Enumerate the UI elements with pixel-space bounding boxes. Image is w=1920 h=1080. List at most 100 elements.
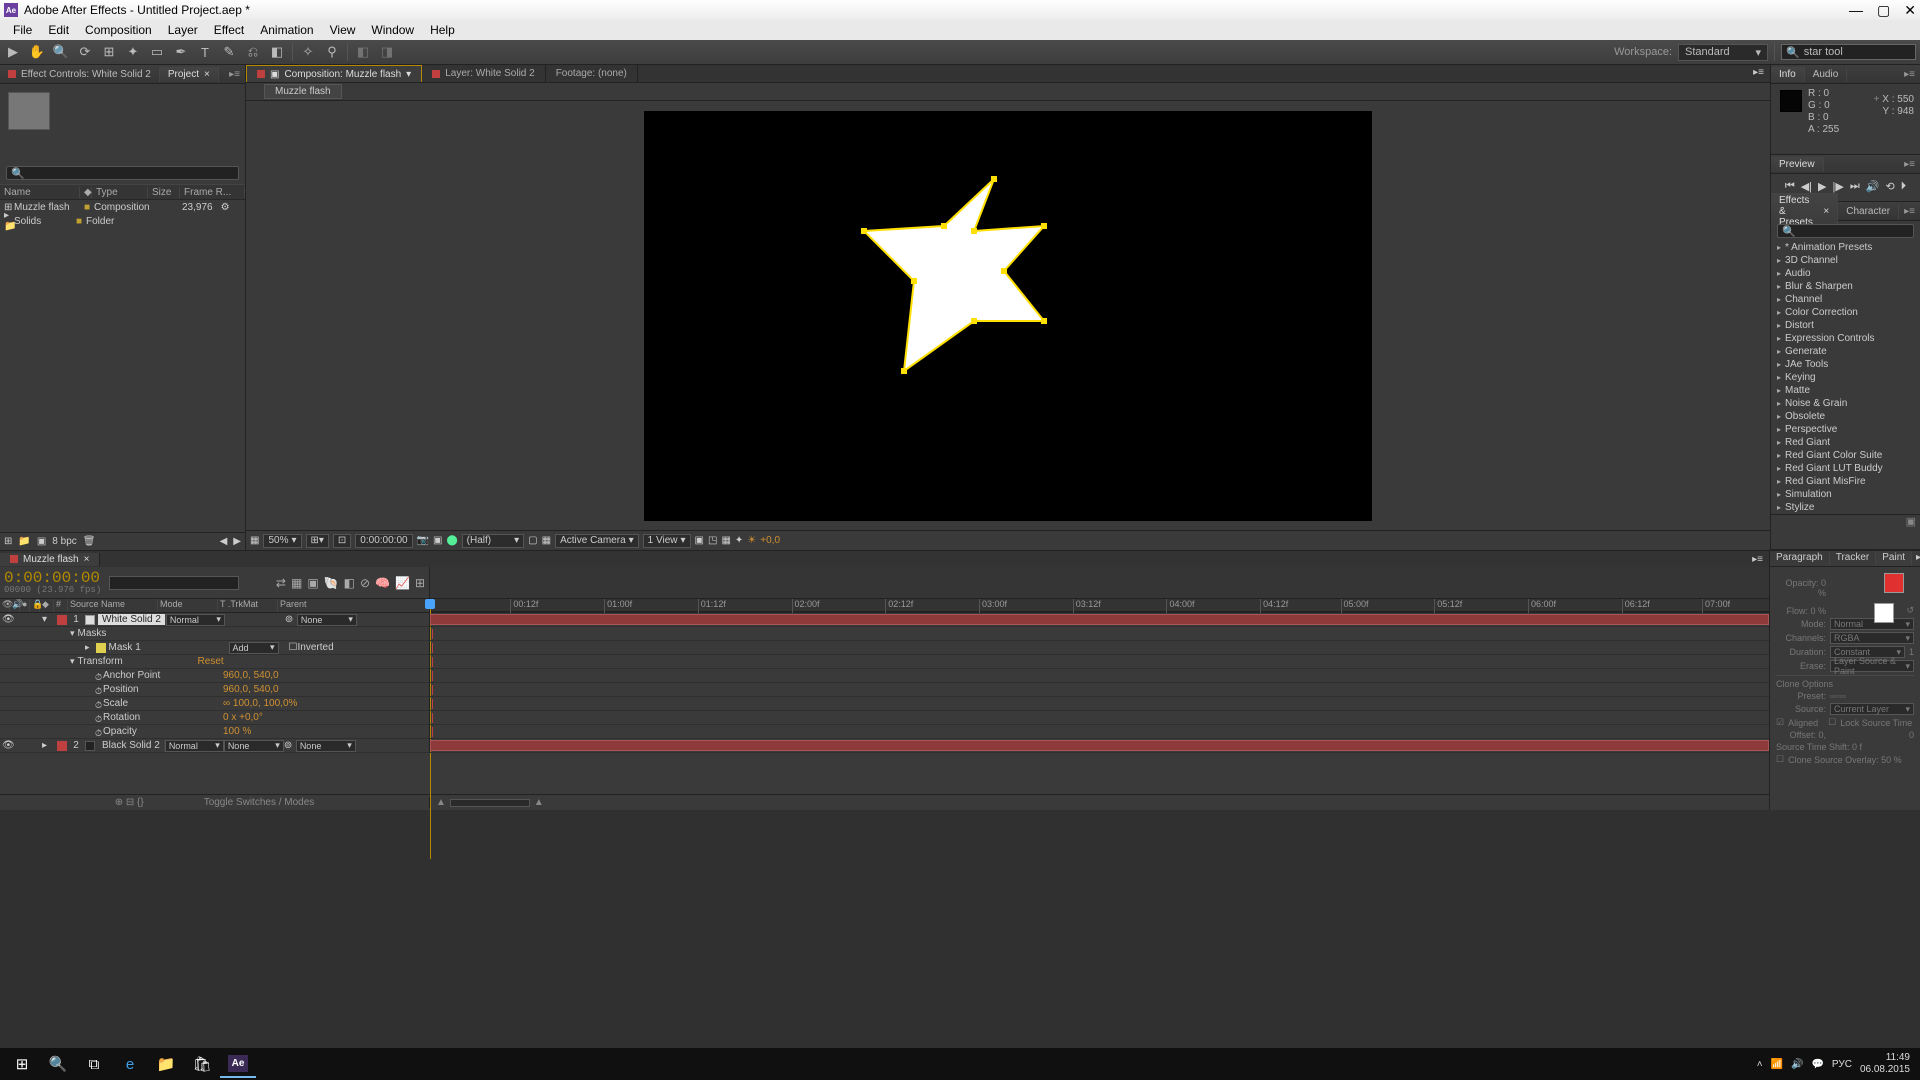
hand-tool-icon[interactable]: ✋ — [28, 43, 46, 61]
property-anchor[interactable]: ⏱Anchor Point960,0, 540,0 — [0, 669, 430, 683]
menu-animation[interactable]: Animation — [253, 21, 320, 39]
timeline-tab[interactable]: Muzzle flash× — [0, 553, 100, 566]
overlay-checkbox[interactable]: ☐ — [1776, 754, 1784, 765]
network-icon[interactable]: 📶 — [1771, 1059, 1783, 1070]
property-opacity[interactable]: ⏱Opacity100 % — [0, 725, 430, 739]
first-frame-icon[interactable]: ⏮ — [1785, 180, 1795, 193]
viewer-icon[interactable]: ✦ — [735, 535, 743, 546]
panel-menu-icon[interactable]: ▸≡ — [1746, 553, 1769, 566]
panel-menu-icon[interactable]: ▸≡ — [1912, 551, 1920, 566]
store-icon[interactable]: 🛍 — [184, 1050, 220, 1078]
viewer-icon[interactable]: ▦ — [721, 535, 730, 546]
selection-tool-icon[interactable]: ▶ — [4, 43, 22, 61]
current-time-display[interactable]: 0:00:00:00 — [355, 534, 412, 548]
puppet-tool-icon[interactable]: ⚲ — [323, 43, 341, 61]
tab-composition[interactable]: ▣Composition: Muzzle flash▾ — [246, 65, 422, 82]
brush-tool-icon[interactable]: ✎ — [220, 43, 238, 61]
trackmatte-dropdown[interactable]: None▾ — [224, 740, 284, 752]
property-scale[interactable]: ⏱Scale∞ 100,0, 100,0% — [0, 697, 430, 711]
viewer-icon[interactable]: ☀ — [747, 535, 756, 546]
pen-tool-icon[interactable]: ✒ — [172, 43, 190, 61]
timeline-tool-icon[interactable]: ▣ — [307, 576, 318, 590]
type-tool-icon[interactable]: T — [196, 43, 214, 61]
eraser-tool-icon[interactable]: ◧ — [268, 43, 286, 61]
help-search-input[interactable]: 🔍 star tool — [1781, 44, 1916, 60]
tab-preview[interactable]: Preview — [1771, 157, 1824, 172]
zoom-out-icon[interactable]: ▲ — [436, 797, 446, 808]
property-rotation[interactable]: ⏱Rotation0 x +0,0° — [0, 711, 430, 725]
swap-colors-icon[interactable]: ↺ — [1906, 605, 1914, 616]
effects-category[interactable]: ▸* Animation Presets — [1771, 241, 1920, 254]
edge-icon[interactable]: e — [112, 1050, 148, 1078]
task-view-icon[interactable]: ⧉ — [76, 1050, 112, 1078]
tab-audio[interactable]: Audio — [1805, 67, 1848, 82]
transparency-grid-icon[interactable]: ▦ — [542, 535, 551, 546]
interpret-footage-icon[interactable]: ⊞ — [4, 536, 12, 547]
timeline-layer-row[interactable]: 👁 ▾ 1 White Solid 2 Normal▾ ⊚ None▾ — [0, 613, 1769, 627]
effects-category[interactable]: ▸Audio — [1771, 267, 1920, 280]
roto-tool-icon[interactable]: ✧ — [299, 43, 317, 61]
explorer-icon[interactable]: 📁 — [148, 1050, 184, 1078]
viewer-icon[interactable]: ▣ — [695, 535, 704, 546]
mask-mode-dropdown[interactable]: Add▾ — [229, 642, 279, 654]
tab-project[interactable]: Project× — [160, 67, 219, 82]
lock-source-checkbox[interactable]: ☐ — [1828, 717, 1836, 728]
viewer-icon[interactable]: ◳ — [708, 535, 717, 546]
timeline-tool-icon[interactable]: ▦ — [291, 576, 302, 590]
paint-mode-dropdown[interactable]: Normal▾ — [1830, 618, 1914, 630]
viewer-icon[interactable]: ▦ — [250, 535, 259, 546]
effects-category[interactable]: ▸Red Giant MisFire — [1771, 475, 1920, 488]
effects-category[interactable]: ▸JAe Tools — [1771, 358, 1920, 371]
blend-mode-dropdown[interactable]: Normal▾ — [165, 740, 224, 752]
project-item-composition[interactable]: ⊞ Muzzle flash ■ Composition 23,976 ⚙ — [0, 200, 245, 214]
zoom-in-icon[interactable]: ▲ — [534, 797, 544, 808]
effects-category[interactable]: ▸Red Giant Color Suite — [1771, 449, 1920, 462]
effects-category[interactable]: ▸Matte — [1771, 384, 1920, 397]
ram-preview-icon[interactable]: ⏵ — [1901, 180, 1907, 193]
after-effects-taskbar-icon[interactable]: Ae — [220, 1050, 256, 1078]
paint-erase-dropdown[interactable]: Layer Source & Paint▾ — [1830, 660, 1914, 672]
start-button[interactable]: ⊞ — [4, 1050, 40, 1078]
effects-category[interactable]: ▸Obsolete — [1771, 410, 1920, 423]
effects-category[interactable]: ▸Expression Controls — [1771, 332, 1920, 345]
toggle-switches-button[interactable]: Toggle Switches / Modes — [204, 797, 315, 808]
next-frame-icon[interactable]: |▶ — [1833, 180, 1844, 193]
timeline-tool-icon[interactable]: ⇄ — [276, 576, 286, 590]
graph-editor-icon[interactable]: 📈 — [395, 576, 410, 590]
maximize-button[interactable]: ▢ — [1877, 2, 1890, 19]
menu-effect[interactable]: Effect — [207, 21, 251, 39]
timecode-display[interactable]: 0:00:00:00 — [4, 571, 101, 585]
tab-layer[interactable]: Layer: White Solid 2 — [422, 65, 546, 82]
panel-menu-icon[interactable]: ▸≡ — [1899, 204, 1920, 219]
tab-effect-controls[interactable]: Effect Controls: White Solid 2 — [0, 67, 160, 82]
view-layout-dropdown[interactable]: 1 View▾ — [643, 534, 691, 548]
layer-mask-row[interactable]: ▸Mask 1 Add▾ ☐ Inverted — [0, 641, 430, 655]
effects-category[interactable]: ▸Channel — [1771, 293, 1920, 306]
motion-blur-icon[interactable]: ⊘ — [360, 576, 370, 590]
minimize-button[interactable]: — — [1849, 2, 1863, 19]
mute-icon[interactable]: 🔊 — [1866, 180, 1880, 193]
panel-menu-icon[interactable]: ▸≡ — [1899, 67, 1920, 82]
effects-category[interactable]: ▸Stylize — [1771, 501, 1920, 514]
tray-chevron-icon[interactable]: ˄ — [1757, 1059, 1763, 1070]
effects-category[interactable]: ▸Noise & Grain — [1771, 397, 1920, 410]
composition-viewer[interactable] — [246, 101, 1770, 530]
trash-icon[interactable]: 🗑 — [83, 536, 96, 547]
menu-window[interactable]: Window — [364, 21, 421, 39]
zoom-slider[interactable] — [450, 799, 530, 807]
new-folder-icon[interactable]: 📁 — [18, 536, 30, 547]
timeline-footer-icon[interactable]: ⊕ ⊟ {} — [115, 797, 144, 808]
new-bin-icon[interactable]: ▣ — [1771, 514, 1920, 528]
roi-icon[interactable]: ▢ — [528, 535, 537, 546]
color-depth-button[interactable]: 8 bpc — [52, 536, 76, 547]
shape-tool-icon[interactable]: ▭ — [148, 43, 166, 61]
zoom-tool-icon[interactable]: 🔍 — [52, 43, 70, 61]
search-icon[interactable]: 🔍 — [40, 1050, 76, 1078]
menu-edit[interactable]: Edit — [41, 21, 76, 39]
brain-icon[interactable]: 🧠 — [375, 576, 390, 590]
show-snapshot-icon[interactable]: ▣ — [433, 535, 442, 546]
tab-paint[interactable]: Paint — [1876, 551, 1912, 566]
effects-category[interactable]: ▸Distort — [1771, 319, 1920, 332]
parent-dropdown[interactable]: None▾ — [297, 614, 357, 626]
clone-preset-icon[interactable]: ▫▫▫▫▫ — [1830, 691, 1846, 701]
